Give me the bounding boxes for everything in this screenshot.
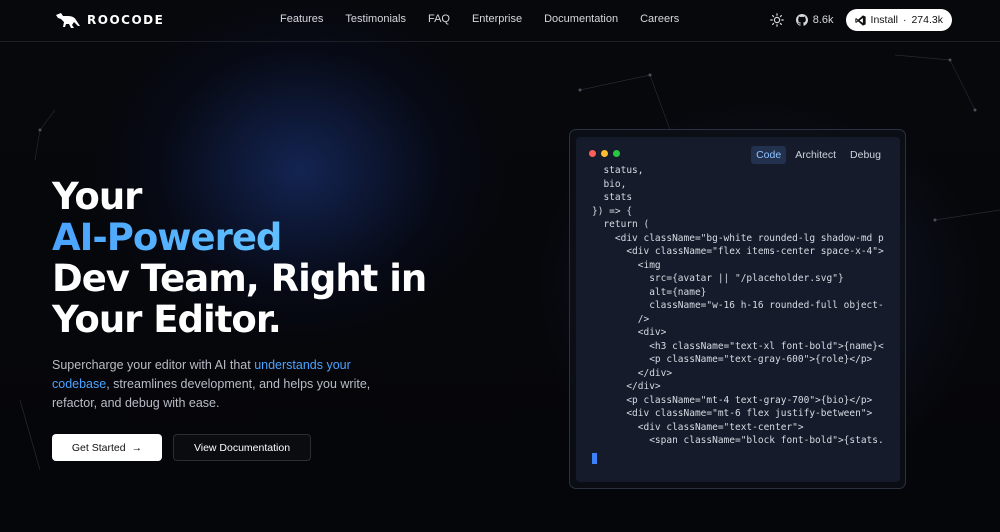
hero-title: Your AI-Powered Dev Team, Right in Your … bbox=[52, 175, 427, 341]
brand-logo[interactable]: ROOCODE bbox=[55, 11, 164, 29]
nav-link-testimonials[interactable]: Testimonials bbox=[345, 13, 406, 25]
theme-toggle-sun-icon[interactable] bbox=[769, 13, 784, 27]
github-icon bbox=[795, 14, 808, 26]
hero-subtitle: Supercharge your editor with AI that und… bbox=[52, 356, 372, 413]
code-line: <div className="flex items-center space-… bbox=[592, 246, 884, 257]
code-line: status, bbox=[592, 165, 644, 176]
code-line: /> bbox=[592, 313, 650, 325]
maximize-dot-icon bbox=[613, 150, 620, 157]
code-line: <div className="mt-6 flex justify-betwee… bbox=[592, 408, 873, 419]
code-line: <div> bbox=[592, 327, 667, 338]
code-line: <div className="bg-white rounded-lg shad… bbox=[592, 232, 884, 244]
code-line: alt={name} bbox=[592, 286, 707, 298]
nav-links: Features Testimonials FAQ Enterprise Doc… bbox=[280, 13, 701, 25]
subtitle-text-start: Supercharge your editor with AI that bbox=[52, 358, 255, 372]
get-started-label: Get Started bbox=[71, 441, 126, 454]
code-line: </div> bbox=[592, 381, 661, 392]
code-line: </div> bbox=[592, 367, 673, 379]
tab-architect[interactable]: Architect bbox=[790, 146, 841, 164]
get-started-button[interactable]: Get Started → bbox=[52, 434, 162, 461]
code-line: return ( bbox=[592, 219, 650, 230]
hero-title-accent: AI-Powered bbox=[52, 217, 426, 258]
code-line: <h3 className="text-xl font-bold">{name}… bbox=[592, 340, 884, 352]
text-cursor bbox=[592, 453, 597, 464]
install-label: Install bbox=[870, 14, 898, 26]
view-documentation-label: View Documentation bbox=[193, 441, 291, 454]
install-button[interactable]: Install · 274.3k bbox=[845, 9, 952, 31]
top-nav: ROOCODE Features Testimonials FAQ Enterp… bbox=[0, 0, 1000, 42]
code-line: className="w-16 h-16 rounded-full object… bbox=[649, 300, 884, 311]
code-line: <p className="mt-4 text-gray-700">{bio}<… bbox=[592, 394, 873, 406]
hero-title-line-1: Your bbox=[52, 175, 142, 218]
nav-link-faq[interactable]: FAQ bbox=[428, 13, 450, 25]
github-star-count: 8.6k bbox=[812, 14, 834, 26]
code-line: bio, bbox=[592, 178, 627, 190]
view-documentation-button[interactable]: View Documentation bbox=[173, 434, 311, 461]
code-line: src={avatar || "/placeholder.svg"} bbox=[592, 273, 844, 284]
code-line: stats bbox=[592, 192, 633, 203]
brand-name: ROOCODE bbox=[87, 13, 165, 27]
arrow-right-icon: → bbox=[131, 441, 143, 454]
nav-link-careers[interactable]: Careers bbox=[640, 13, 679, 25]
github-stars-link[interactable]: 8.6k bbox=[795, 14, 834, 26]
nav-actions: 8.6k Install · 274.3k bbox=[769, 9, 952, 31]
nav-link-enterprise[interactable]: Enterprise bbox=[472, 13, 522, 25]
nav-link-features[interactable]: Features bbox=[280, 13, 323, 25]
code-editor-window: Code Architect Debug status, bio, stats}… bbox=[576, 137, 900, 482]
minimize-dot-icon bbox=[601, 150, 608, 157]
code-line: <p className="text-gray-600">{role}</p> bbox=[592, 354, 873, 365]
vscode-icon bbox=[854, 14, 866, 26]
hero-title-line-4: Your Editor. bbox=[52, 298, 282, 341]
install-separator: · bbox=[902, 14, 907, 26]
hero-title-line-3: Dev Team, Right in bbox=[52, 257, 427, 300]
close-dot-icon bbox=[589, 150, 596, 157]
code-line: }) => { bbox=[592, 205, 633, 217]
editor-mode-tabs: Code Architect Debug bbox=[751, 146, 886, 164]
tab-debug[interactable]: Debug bbox=[845, 146, 886, 164]
code-line: <span className="block font-bold">{stats… bbox=[649, 435, 884, 446]
kangaroo-logo-icon bbox=[56, 13, 80, 28]
code-content: status, bio, stats }) => { return ( <div … bbox=[592, 164, 884, 454]
code-line: <div className="text-center"> bbox=[592, 421, 804, 433]
install-count: 274.3k bbox=[911, 14, 943, 26]
nav-link-documentation[interactable]: Documentation bbox=[544, 13, 618, 25]
tab-code[interactable]: Code bbox=[751, 146, 787, 164]
code-line: <img bbox=[592, 259, 661, 271]
window-controls bbox=[589, 150, 620, 157]
